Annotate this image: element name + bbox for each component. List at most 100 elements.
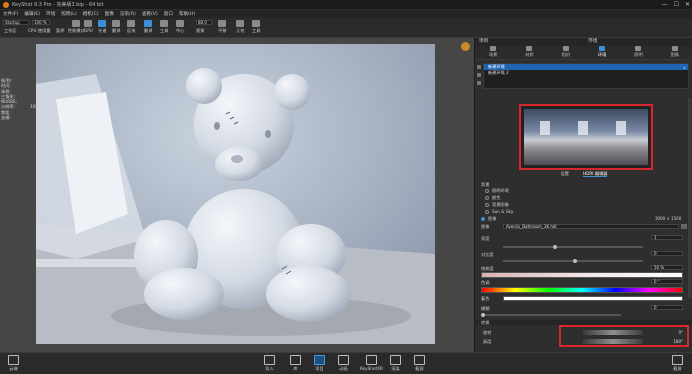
render-icon: [390, 355, 401, 365]
duplicate-environment-icon[interactable]: [477, 73, 481, 77]
cpu-usage-button[interactable]: CPU 使用量: [28, 28, 50, 33]
window-title: KeyShot 9.3 Pro - 完美版3.bip - 64 bit: [12, 2, 104, 8]
tab-scene[interactable]: 场景: [489, 46, 497, 59]
menu-help[interactable]: 帮助(H): [179, 11, 195, 17]
project-panel: 项目 环境 场景 材质 相机 环境 照明 图像 新建环境 新建环境 2 ▸ 设置 …: [474, 38, 692, 352]
wrench-icon: [252, 20, 261, 27]
geometry-button[interactable]: 几何: [236, 20, 244, 33]
minimize-button[interactable]: —: [662, 1, 668, 8]
bottom-toolbar: 云端 导入 库 项目 动画 KeyShotXR 渲染 截屏 截屏: [0, 352, 692, 374]
tint-color-swatch[interactable]: [503, 296, 683, 301]
translate-button[interactable]: 翻译: [144, 20, 152, 33]
hdri-preview[interactable]: [524, 109, 648, 165]
blur-slider[interactable]: [481, 313, 621, 317]
contrast-slider[interactable]: [503, 259, 643, 263]
menu-view[interactable]: 查看(V): [142, 11, 158, 17]
workspace-select[interactable]: Startup: [3, 20, 29, 25]
contrast-field[interactable]: 0: [651, 251, 683, 256]
close-button[interactable]: ✕: [685, 1, 690, 8]
workspace-button[interactable]: 工作区: [4, 28, 17, 33]
camera-icon: [562, 46, 569, 51]
hue-label: 色调: [481, 280, 490, 285]
hue-field[interactable]: 0 °: [651, 279, 683, 284]
tab-material[interactable]: 材质: [525, 46, 534, 59]
denoise-button[interactable]: 翻译: [112, 20, 120, 33]
height-dial[interactable]: [583, 339, 643, 344]
maximize-button[interactable]: ☐: [674, 1, 679, 8]
saturation-field[interactable]: 50 %: [651, 265, 683, 270]
bg-option-sun-sky[interactable]: Sun & Sky: [485, 209, 513, 214]
tab-hdri-editor[interactable]: HDRI 编辑器: [582, 171, 608, 177]
bg-option-hdr-image[interactable]: 图像: [481, 216, 496, 222]
tab-lighting[interactable]: 照明: [634, 46, 643, 59]
add-environment-icon[interactable]: [477, 65, 481, 69]
hue-gradient[interactable]: [481, 287, 683, 293]
hdri-file-field[interactable]: Aversis_Bathroom_3K.hdr: [503, 224, 679, 229]
performance-mode-button[interactable]: 性能模式: [68, 20, 85, 33]
menu-image[interactable]: 图像: [105, 11, 114, 17]
cloud-button[interactable]: 云端: [8, 355, 19, 372]
tint-label: 着色: [481, 296, 490, 301]
bg-option-image[interactable]: 背景图像: [485, 202, 509, 208]
tab-camera[interactable]: 相机: [562, 46, 570, 59]
folder-icon[interactable]: [681, 224, 687, 229]
rotation-value[interactable]: 0°: [678, 330, 683, 335]
panel-scrollbar[interactable]: [688, 98, 691, 298]
image-icon: [671, 46, 678, 51]
region-icon: [127, 20, 136, 27]
environment-subtabs: 设置 HDRI 编辑器: [475, 171, 692, 177]
list-item[interactable]: 新建环境 2: [484, 70, 688, 76]
import-icon: [264, 355, 275, 365]
bg-option-color[interactable]: 颜色: [485, 195, 500, 201]
environment-list: 新建环境 新建环境 2: [483, 63, 689, 89]
view-button[interactable]: 视角: [196, 28, 204, 33]
library-icon: [290, 355, 301, 365]
pause-button[interactable]: 暂停: [56, 28, 64, 33]
zoom-field[interactable]: 100 %: [32, 20, 50, 25]
menu-edit[interactable]: 编辑(E): [24, 11, 40, 17]
center-button[interactable]: 中心: [176, 20, 184, 33]
denoise-icon: [112, 20, 121, 27]
menu-lighting[interactable]: 照明(L): [61, 11, 76, 17]
tools-button[interactable]: 工具: [160, 20, 168, 33]
screenshot-icon: [414, 355, 425, 365]
menu-camera[interactable]: 相机(C): [83, 11, 99, 17]
screenshot-button[interactable]: 截屏: [414, 355, 425, 372]
height-value[interactable]: 180°: [673, 339, 683, 344]
menu-file[interactable]: 文件(F): [3, 11, 18, 17]
brightness-field[interactable]: 1: [651, 235, 683, 240]
cloud-icon: [8, 355, 19, 365]
saturation-gradient[interactable]: [481, 272, 683, 278]
blur-field[interactable]: 0: [651, 305, 683, 310]
pan-button[interactable]: 平移: [218, 20, 226, 33]
expand-button[interactable]: 截屏: [672, 355, 683, 372]
project-icon: [314, 355, 325, 365]
delete-environment-icon[interactable]: [477, 81, 481, 85]
tools-menu-button[interactable]: 工具: [252, 20, 260, 33]
tab-environment[interactable]: 环境: [598, 46, 606, 59]
tab-image[interactable]: 图像: [671, 46, 679, 59]
spectral-button[interactable]: 光谱: [98, 20, 106, 33]
expand-icon: [672, 355, 683, 365]
rotation-dial[interactable]: [583, 330, 643, 335]
brightness-slider[interactable]: [503, 245, 643, 249]
rotation-controls-highlight: 旋转 0° 高度 180°: [483, 325, 689, 347]
render-button[interactable]: 渲染: [390, 355, 401, 372]
keyshotxr-icon: [365, 355, 377, 365]
tab-settings[interactable]: 设置: [561, 171, 569, 177]
gpu-button[interactable]: GPU: [84, 20, 93, 33]
teddy-bear-render: [36, 44, 435, 344]
threads-field[interactable]: 88.0: [196, 20, 212, 25]
menu-environment[interactable]: 环境: [46, 11, 55, 17]
render-status-icon[interactable]: [461, 42, 470, 51]
animation-button[interactable]: 动画: [338, 355, 349, 372]
environment-options-icon[interactable]: ▸: [683, 65, 686, 71]
keyshotxr-button[interactable]: KeyShotXR: [360, 355, 383, 371]
bg-option-lighting[interactable]: 照明环境: [485, 188, 509, 194]
region-button[interactable]: 区块: [127, 20, 135, 33]
library-button[interactable]: 库: [290, 355, 301, 372]
import-button[interactable]: 导入: [264, 355, 275, 372]
project-button[interactable]: 项目: [314, 355, 325, 372]
menu-window[interactable]: 窗口: [164, 11, 173, 17]
menu-render[interactable]: 渲染(R): [120, 11, 136, 17]
